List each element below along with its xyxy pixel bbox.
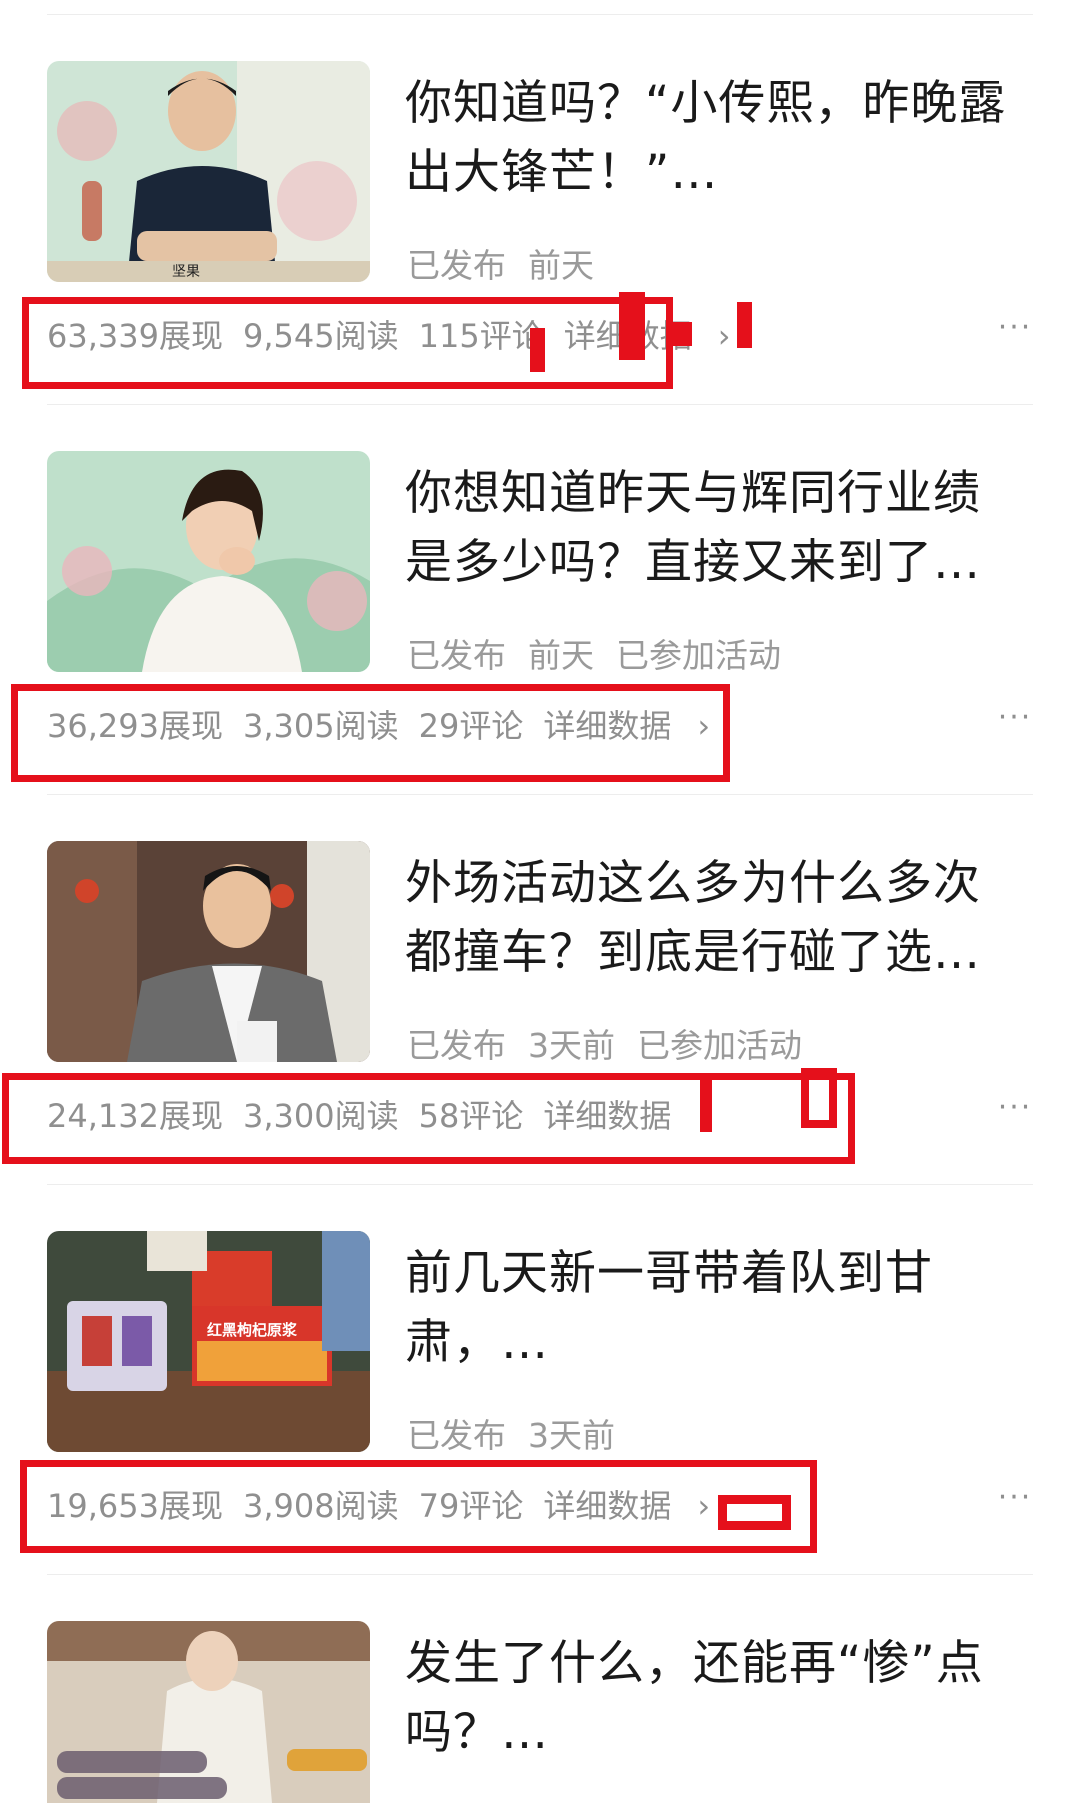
highlight-mark: [619, 292, 645, 360]
card-divider: [47, 1574, 1033, 1575]
article-thumbnail-2[interactable]: [47, 451, 370, 672]
title-line: 出大锋芒！”…: [405, 145, 719, 200]
article-thumbnail-1[interactable]: 坚果: [47, 61, 370, 282]
article-status-1: 已发布 前天: [407, 239, 616, 287]
article-title-1[interactable]: 你知道吗？“小传熙，昨晚露 出大锋芒！”…: [405, 69, 1035, 207]
title-line: 你知道吗？“小传熙，昨晚露: [405, 76, 1007, 131]
thumbnail-image-3: [47, 841, 370, 1062]
title-line: 发生了什么，还能再“惨”点: [405, 1636, 984, 1691]
publish-status: 已发布: [407, 1026, 506, 1065]
publish-status: 已发布: [407, 246, 506, 285]
thumbnail-image-2: [47, 451, 370, 672]
publish-status: 已发布: [407, 1416, 506, 1455]
article-thumbnail-4[interactable]: 红黑枸杞原浆: [47, 1231, 370, 1452]
title-line: 吗？…: [405, 1705, 549, 1760]
activity-tag: 已参加活动: [637, 1026, 802, 1065]
highlight-mark: [801, 1068, 837, 1128]
highlight-box-3: [2, 1073, 855, 1164]
highlight-box-4: [20, 1460, 817, 1553]
publish-time: 3天前: [528, 1416, 615, 1455]
more-options-icon[interactable]: ···: [990, 1090, 1040, 1130]
title-line: 前几天新一哥带着队到甘: [405, 1246, 933, 1301]
thumbnail-image-5: [47, 1621, 370, 1803]
more-options-icon[interactable]: ···: [990, 310, 1040, 350]
activity-tag: 已参加活动: [616, 636, 781, 675]
highlight-mark: [668, 322, 692, 346]
article-status-2: 已发布 前天 已参加活动: [407, 629, 803, 677]
article-thumbnail-5[interactable]: [47, 1621, 370, 1803]
article-title-2[interactable]: 你想知道昨天与辉同行业绩 是多少吗？直接又来到了…: [405, 459, 1035, 597]
publish-time: 前天: [528, 636, 594, 675]
publish-status: 已发布: [407, 636, 506, 675]
highlight-box-1: [22, 297, 673, 389]
article-card-5[interactable]: 发生了什么，还能再“惨”点 吗？…: [0, 1574, 1080, 1803]
thumbnail-caption-4: 红黑枸杞原浆: [207, 1321, 298, 1339]
more-options-icon[interactable]: ···: [990, 700, 1040, 740]
highlight-mark: [718, 1495, 791, 1530]
thumbnail-caption-1: 坚果: [172, 264, 200, 280]
title-line: 外场活动这么多为什么多次: [405, 856, 981, 911]
card-divider: [47, 1184, 1033, 1185]
thumbnail-image-1: [47, 61, 370, 282]
chevron-right-icon: ›: [717, 317, 731, 355]
highlight-mark: [530, 328, 545, 372]
publish-time: 3天前: [528, 1026, 615, 1065]
article-thumbnail-3[interactable]: [47, 841, 370, 1062]
title-line: 肃，…: [405, 1315, 549, 1370]
title-line: 都撞车？到底是行碰了选…: [405, 925, 981, 980]
article-status-3: 已发布 3天前 已参加活动: [407, 1019, 824, 1067]
publish-time: 前天: [528, 246, 594, 285]
highlight-box-2: [11, 684, 730, 782]
title-line: 你想知道昨天与辉同行业绩: [405, 466, 981, 521]
more-options-icon[interactable]: ···: [990, 1480, 1040, 1520]
title-line: 是多少吗？直接又来到了…: [405, 535, 981, 590]
card-divider: [47, 404, 1033, 405]
highlight-mark: [700, 1078, 712, 1132]
article-title-3[interactable]: 外场活动这么多为什么多次 都撞车？到底是行碰了选…: [405, 849, 1035, 987]
article-title-4[interactable]: 前几天新一哥带着队到甘 肃，…: [405, 1239, 1035, 1377]
article-status-4: 已发布 3天前: [407, 1409, 637, 1457]
thumbnail-image-4: [47, 1231, 370, 1452]
article-title-5[interactable]: 发生了什么，还能再“惨”点 吗？…: [405, 1629, 1035, 1767]
highlight-mark: [737, 302, 752, 348]
card-divider: [47, 794, 1033, 795]
